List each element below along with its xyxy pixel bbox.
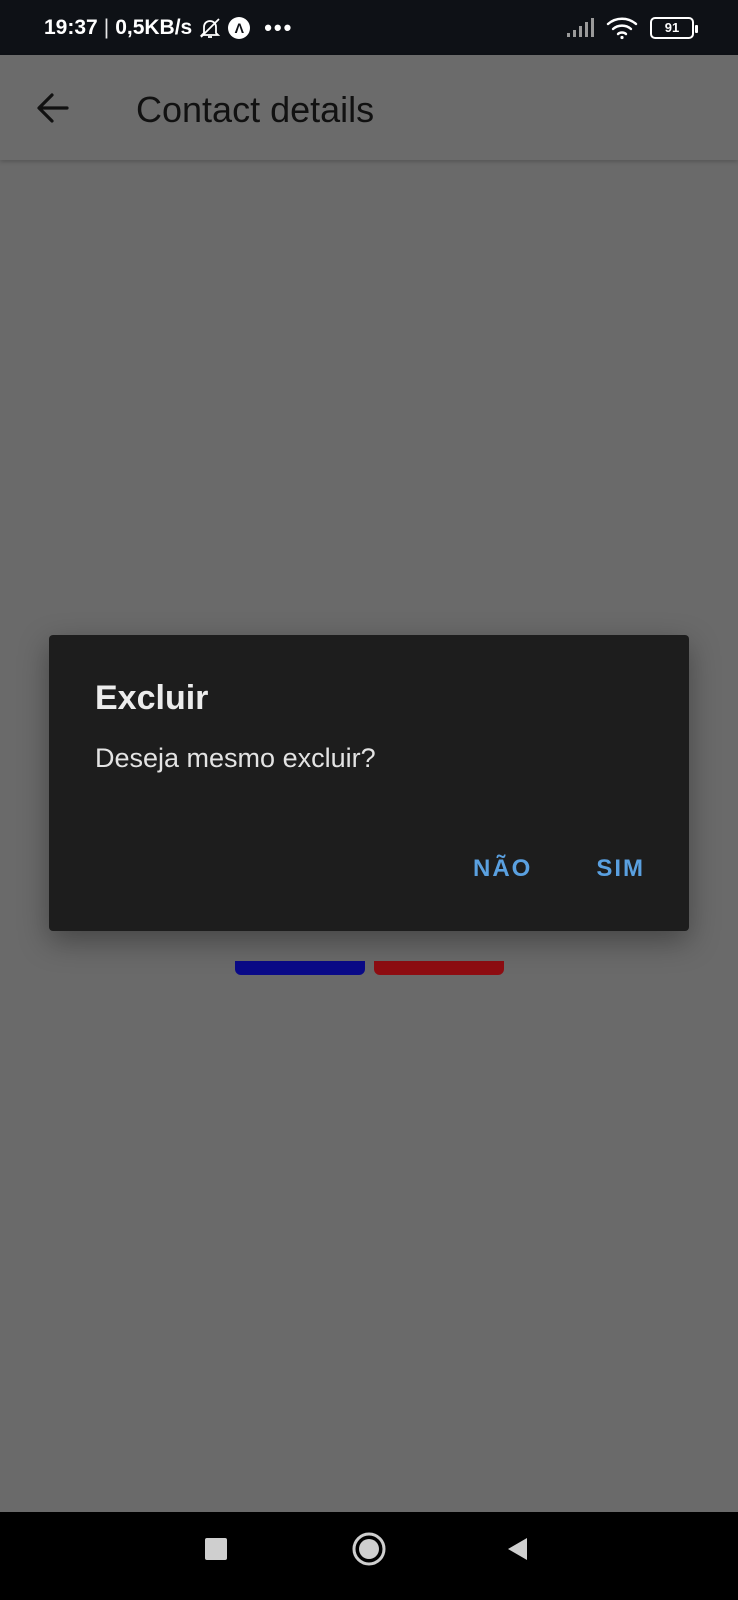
delete-button-behind-dialog — [374, 961, 504, 975]
network-speed: 0,5KB/s — [115, 15, 193, 39]
arrow-left-icon — [37, 93, 69, 123]
dialog-title: Excluir — [95, 679, 209, 717]
back-button[interactable] — [32, 87, 74, 129]
battery-icon: 91 — [650, 16, 698, 39]
page-title: Contact details — [136, 89, 375, 130]
confirm-delete-dialog: Excluir Deseja mesmo excluir? NÃO SIM — [49, 635, 689, 931]
app-bar: Contact details — [0, 55, 738, 160]
recents-button[interactable] — [204, 1537, 228, 1561]
yes-button[interactable]: SIM — [596, 855, 645, 883]
dialog-actions: NÃO SIM — [473, 855, 645, 883]
app-screen-scrim[interactable]: Contact details Excluir Deseja mesmo exc… — [0, 55, 738, 1512]
battery-level: 91 — [664, 20, 680, 35]
app-badge-icon: Λ — [228, 16, 251, 39]
edit-button-behind-dialog — [235, 961, 365, 975]
overflow-dots-icon: ••• — [264, 14, 294, 40]
nav-back-button[interactable] — [505, 1536, 531, 1562]
navigation-bar — [0, 1512, 738, 1600]
status-separator: | — [103, 15, 110, 39]
wifi-icon — [606, 16, 638, 40]
signal-icon — [566, 17, 594, 38]
square-icon — [205, 1538, 227, 1560]
dialog-message: Deseja mesmo excluir? — [95, 743, 376, 773]
status-left: 19:37 | 0,5KB/s Λ ••• — [44, 15, 293, 41]
circle-icon — [352, 1532, 386, 1566]
status-bar: 19:37 | 0,5KB/s Λ ••• 91 — [0, 0, 738, 55]
no-button[interactable]: NÃO — [473, 855, 532, 883]
bell-off-icon — [198, 16, 222, 40]
home-button[interactable] — [351, 1531, 387, 1567]
status-time: 19:37 — [44, 15, 98, 39]
triangle-back-icon — [508, 1538, 527, 1560]
status-right: 91 — [566, 16, 698, 40]
